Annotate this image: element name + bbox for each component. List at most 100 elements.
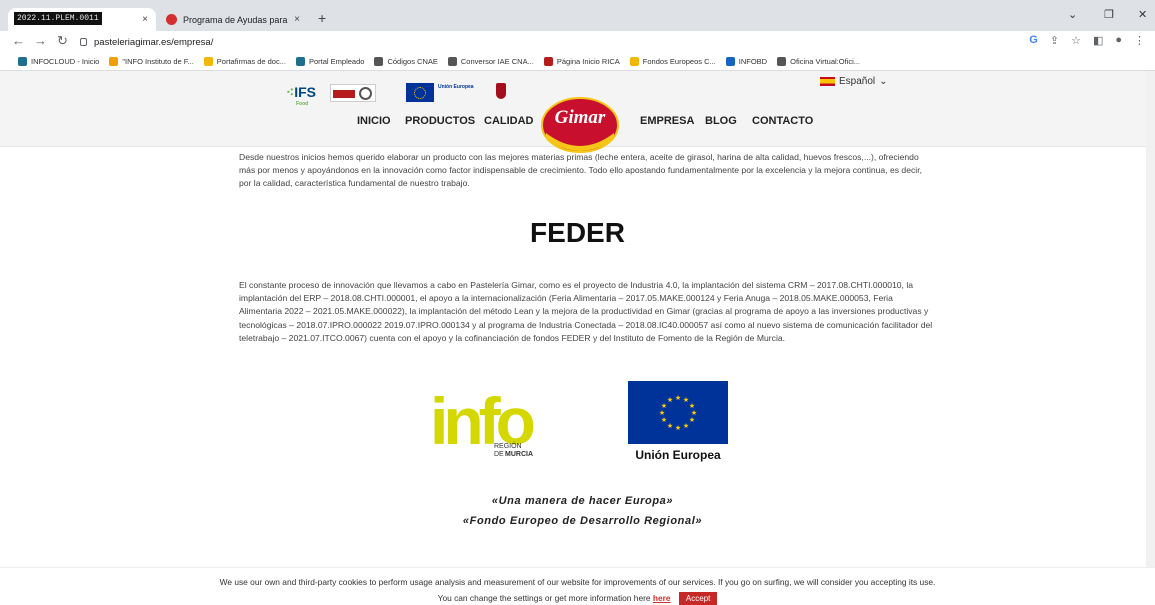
eu-logo-label: Unión Europea [635, 448, 721, 462]
eu-flag-small-icon [406, 83, 434, 102]
nav-calidad[interactable]: CALIDAD [484, 115, 534, 127]
cookie-text: We use our own and third-party cookies t… [219, 577, 936, 587]
motto-line-2: «Fondo Europeo de Desarrollo Regional» [462, 515, 703, 527]
svg-text:REGIÓN: REGIÓN [494, 441, 522, 450]
svg-text:★: ★ [667, 422, 673, 430]
bookmark-favicon-icon [109, 57, 119, 66]
cookie-banner: We use our own and third-party cookies t… [0, 567, 1155, 605]
toolbar-icons: G ⇪ ☆ ◧ ● ⋮ [1029, 34, 1145, 47]
bookmark-item[interactable]: Portal Empleado [295, 57, 365, 66]
bookmark-item[interactable]: Oficina Virtual:Ofici... [777, 57, 860, 66]
bookmark-favicon-icon [295, 57, 305, 66]
bookmark-label: Oficina Virtual:Ofici... [790, 57, 860, 66]
menu-icon[interactable]: ⋮ [1134, 34, 1145, 47]
google-icon[interactable]: G [1029, 34, 1038, 47]
cookie-settings-text: You can change the settings or get more … [437, 593, 651, 603]
tab-search-icon[interactable]: ⌄ [1068, 8, 1077, 21]
bookmarks-bar: INFOCLOUD - Inicio "INFO Instituto de F..… [0, 53, 1155, 71]
nav-productos[interactable]: PRODUCTOS [405, 115, 475, 127]
eu-flag-icon: ★ ★ ★ ★ ★ ★ ★ ★ ★ ★ ★ ★ [628, 381, 728, 444]
url-text: pasteleriagimar.es/empresa/ [94, 36, 214, 48]
svg-text:★: ★ [675, 394, 681, 402]
side-panel-icon[interactable]: ◧ [1093, 34, 1103, 47]
svg-text:MURCIA: MURCIA [505, 451, 533, 458]
bookmark-label: Portafirmas de doc... [216, 57, 286, 66]
eu-logo: ★ ★ ★ ★ ★ ★ ★ ★ ★ ★ ★ ★ Unión Europea [628, 381, 728, 465]
close-tab-icon[interactable]: × [142, 14, 148, 25]
profile-icon[interactable]: ● [1115, 34, 1122, 47]
ifs-logo: ⁖IFS Food [286, 84, 316, 107]
site-header: Español ⌄ ⁖IFS Food Unión Europea INICIO… [0, 71, 1155, 153]
bookmark-favicon-icon [18, 57, 27, 66]
svg-text:★: ★ [689, 416, 695, 424]
bookmark-label: Fondos Europeos C... [642, 57, 716, 66]
forward-icon[interactable]: → [34, 33, 47, 48]
intro-paragraph: Desde nuestros inicios hemos querido ela… [239, 152, 922, 189]
close-tab-icon[interactable]: × [294, 14, 300, 25]
bookmark-item[interactable]: Página Inicio RICA [543, 57, 620, 66]
bookmark-item[interactable]: INFOBD [725, 57, 768, 66]
feder-heading: FEDER [530, 217, 625, 248]
eu-small-label: Unión Europea [438, 84, 474, 90]
bookmark-item[interactable]: Portafirmas de doc... [203, 57, 286, 66]
browser-toolbar: ← → ↻ pasteleriagimar.es/empresa/ G ⇪ ☆ … [0, 31, 1155, 53]
bookmark-favicon-icon [374, 57, 384, 66]
bookmark-label: INFOBD [738, 57, 768, 66]
bookmark-label: INFOCLOUD - Inicio [31, 57, 100, 66]
info-favicon-icon [166, 14, 177, 25]
info-murcia-logo: info REGIÓN DE MURCIA [430, 378, 540, 464]
bookmark-favicon-icon [447, 57, 457, 66]
tab-programa-ayudas[interactable]: Programa de Ayudas para la Tra... × [158, 8, 308, 31]
accept-cookies-button[interactable]: Accept [678, 592, 718, 605]
bookmark-item[interactable]: Fondos Europeos C... [629, 57, 716, 66]
nav-inicio[interactable]: INICIO [357, 115, 391, 127]
svg-text:★: ★ [683, 422, 689, 430]
bookmark-favicon-icon [203, 57, 213, 66]
cookie-more-info-link[interactable]: here [653, 593, 671, 603]
back-icon[interactable]: ← [12, 33, 25, 48]
bookmark-favicon-icon [629, 57, 639, 66]
bookmark-item[interactable]: Códigos CNAE [374, 57, 438, 66]
svg-text:Gimar: Gimar [555, 107, 606, 128]
bookmark-label: "INFO Instituto de F... [122, 57, 194, 66]
gimar-logo[interactable]: Gimar Pastelería [540, 97, 620, 153]
restore-window-icon[interactable]: ❐ [1104, 8, 1114, 21]
svg-text:Pastelería: Pastelería [565, 136, 595, 144]
new-tab-button[interactable]: + [318, 10, 326, 26]
svg-text:★: ★ [675, 424, 681, 432]
bookmark-favicon-icon [777, 57, 787, 66]
language-selector[interactable]: Español ⌄ [820, 76, 888, 87]
reload-icon[interactable]: ↻ [57, 33, 68, 49]
redaction-stamp: 2022.11.PLEM.0011 [14, 12, 102, 25]
language-label: Español [839, 76, 876, 87]
bookmark-label: Portal Empleado [308, 57, 365, 66]
motto-line-1: «Una manera de hacer Europa» [491, 495, 674, 507]
nav-empresa[interactable]: EMPRESA [640, 115, 694, 127]
close-window-icon[interactable]: ✕ [1138, 8, 1147, 21]
spain-flag-icon [820, 77, 835, 86]
murcia-crest-icon [496, 83, 506, 99]
bookmark-item[interactable]: Conversor IAE CNA... [447, 57, 534, 66]
svg-text:DE: DE [494, 451, 504, 458]
chevron-down-icon: ⌄ [879, 76, 888, 87]
bookmark-favicon-icon [543, 57, 553, 66]
page-scrollbar[interactable] [1146, 71, 1155, 603]
nav-blog[interactable]: BLOG [705, 115, 737, 127]
share-icon[interactable]: ⇪ [1050, 34, 1059, 47]
nav-contacto[interactable]: CONTACTO [752, 115, 813, 127]
feder-paragraph: El constante proceso de innovación que l… [239, 280, 933, 343]
bookmark-label: Códigos CNAE [387, 57, 438, 66]
certification-logo [330, 84, 376, 102]
svg-text:★: ★ [667, 396, 673, 404]
bookmark-item[interactable]: INFOCLOUD - Inicio [18, 57, 99, 66]
bookmark-favicon-icon [725, 57, 735, 66]
svg-text:★: ★ [659, 409, 665, 417]
address-bar[interactable]: pasteleriagimar.es/empresa/ [80, 33, 1030, 51]
browser-tab-bar: Pastelería Gimar × 2022.11.PLEM.0011 Pro… [0, 0, 1155, 31]
bookmark-star-icon[interactable]: ☆ [1071, 34, 1081, 47]
bookmark-item[interactable]: "INFO Instituto de F... [109, 57, 194, 66]
bookmark-label: Conversor IAE CNA... [460, 57, 534, 66]
bookmark-label: Página Inicio RICA [556, 57, 620, 66]
svg-text:★: ★ [661, 416, 667, 424]
tab-title: Programa de Ayudas para la Tra... [183, 14, 290, 25]
